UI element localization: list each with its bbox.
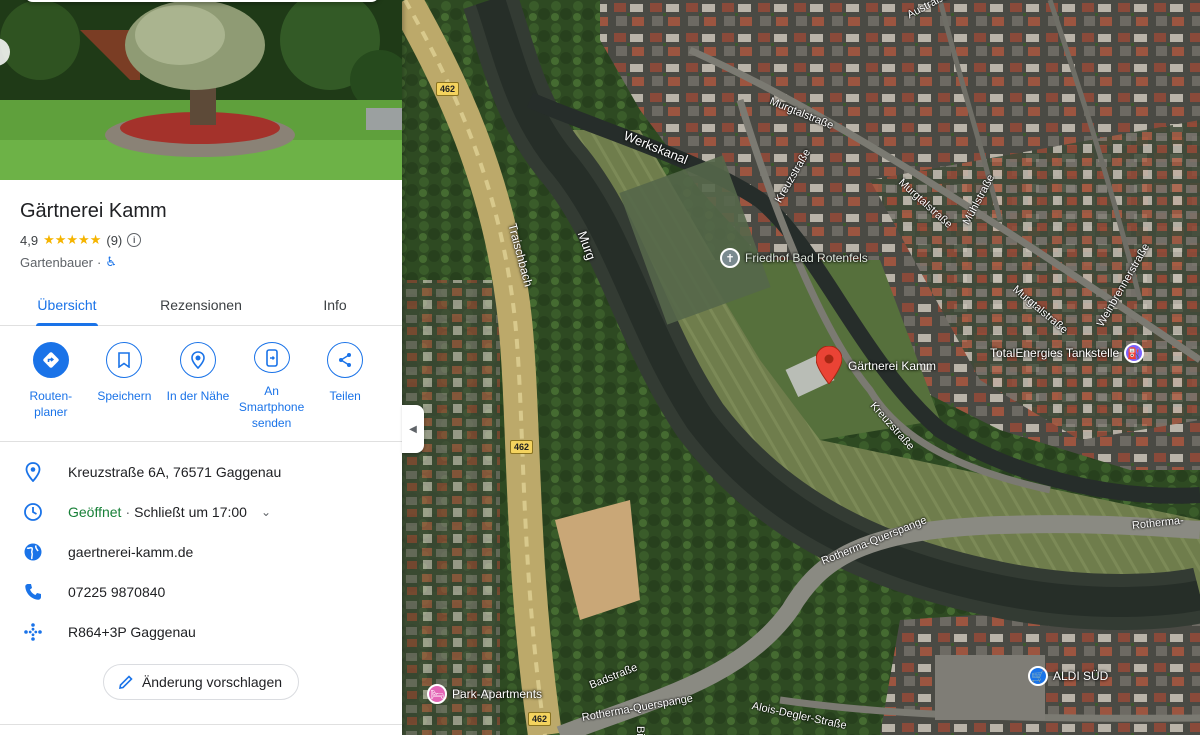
address-text: Kreuzstraße 6A, 76571 Gaggenau [68, 464, 282, 480]
address-row[interactable]: Kreuzstraße 6A, 76571 Gaggenau [0, 452, 402, 492]
place-header: Gärtnerei Kamm 4,9 ★★★★★ (9) i Gartenbau… [0, 180, 402, 270]
place-title: Gärtnerei Kamm [20, 200, 167, 222]
hours-row[interactable]: Geöffnet · Schließt um 17:00 ⌄ [0, 492, 402, 532]
hotel-icon: 🛏 [427, 684, 447, 704]
place-panel: Gärtnerei Kamm 4,9 ★★★★★ (9) i Gartenbau… [0, 0, 402, 735]
plus-code-icon [22, 621, 44, 643]
cemetery-icon: ✝ [720, 248, 740, 268]
poi-total-label: TotalEnergies Tankstelle [990, 346, 1120, 360]
hours-separator: · [125, 504, 131, 520]
directions-button[interactable]: Routen- planer [14, 342, 88, 431]
share-label: Teilen [329, 389, 361, 403]
category-row: Gartenbauer · ♿ [20, 254, 382, 270]
street-label-bis: Bis [634, 726, 646, 735]
website-row[interactable]: gaertnerei-kamm.de [0, 532, 402, 572]
star-rating-icon: ★★★★★ [43, 232, 102, 247]
suggest-edit-wrap: Änderung vorschlagen [0, 652, 402, 700]
pin-label: Gärtnerei Kamm [848, 359, 937, 373]
place-details: Kreuzstraße 6A, 76571 Gaggenau Geöffnet ·… [0, 442, 402, 652]
nearby-button[interactable]: In der Nähe [161, 342, 235, 431]
place-tabs: Übersicht Rezensionen Info [0, 286, 402, 326]
clock-icon [22, 501, 44, 523]
gas-station-icon: ⛽ [1124, 343, 1145, 363]
category-label[interactable]: Gartenbauer [20, 255, 93, 270]
panel-divider [0, 724, 402, 725]
chevron-left-icon: ◀ [409, 423, 417, 435]
directions-label: Routen- planer [29, 389, 73, 419]
poi-aldi[interactable]: 🛒 ALDI SÜD [1028, 666, 1108, 686]
open-status: Geöffnet [68, 504, 122, 520]
road-shield-bottom: 462 [528, 712, 552, 726]
shopping-icon: 🛒 [1028, 666, 1048, 686]
plus-code-row[interactable]: R864+3P Gaggenau [0, 612, 402, 652]
send-to-phone-icon [253, 342, 290, 373]
road-shield-mid: 462 [510, 440, 534, 454]
poi-park-label: Park-Apartments [452, 687, 543, 701]
share-button[interactable]: Teilen [308, 342, 382, 431]
suggest-edit-label: Änderung vorschlagen [141, 674, 283, 690]
send-to-phone-button[interactable]: An Smartphone senden [235, 342, 309, 431]
location-pin-icon [22, 461, 44, 483]
wheelchair-icon: ♿ [105, 254, 117, 269]
share-icon [327, 342, 364, 378]
send-to-phone-label: An Smartphone senden [238, 384, 305, 430]
poi-total[interactable]: ⛽ TotalEnergies Tankstelle [990, 343, 1145, 363]
poi-friedhof[interactable]: ✝ Friedhof Bad Rotenfels [720, 248, 868, 268]
rating-row[interactable]: 4,9 ★★★★★ (9) i [20, 232, 382, 248]
place-photo[interactable] [0, 0, 402, 180]
poi-park-apartments[interactable]: 🛏 Park-Apartments [427, 684, 542, 704]
collapse-panel-button[interactable]: ◀ [402, 405, 424, 453]
plus-code-text: R864+3P Gaggenau [68, 624, 196, 640]
phone-icon [22, 581, 44, 603]
save-button[interactable]: Speichern [88, 342, 162, 431]
hours-text: Geöffnet · Schließt um 17:00 [68, 504, 247, 520]
pencil-icon [118, 675, 133, 689]
website-text: gaertnerei-kamm.de [68, 544, 194, 560]
rating-value: 4,9 [20, 232, 39, 248]
closing-time: Schließt um 17:00 [134, 504, 247, 520]
tab-overview[interactable]: Übersicht [0, 286, 134, 326]
tab-reviews[interactable]: Rezensionen [134, 286, 268, 325]
map-pin-icon [816, 346, 842, 384]
action-buttons: Routen- planer Speichern In der Nähe An … [0, 326, 402, 442]
chevron-down-icon[interactable]: ⌄ [261, 505, 271, 519]
road-shield-top: 462 [436, 82, 460, 96]
nearby-icon [179, 342, 216, 378]
globe-icon [22, 541, 44, 563]
save-label: Speichern [97, 389, 152, 403]
search-box-edge[interactable] [24, 0, 380, 2]
phone-row[interactable]: 07225 9870840 [0, 572, 402, 612]
garden-photo-image [0, 0, 402, 180]
review-count[interactable]: (9) [106, 233, 122, 248]
info-icon[interactable]: i [127, 233, 142, 247]
phone-text: 07225 9870840 [68, 584, 166, 600]
category-separator: · [97, 254, 102, 270]
bookmark-icon [106, 342, 143, 378]
tab-info[interactable]: Info [268, 286, 402, 325]
directions-icon [32, 342, 69, 378]
nearby-label: In der Nähe [166, 389, 230, 403]
poi-friedhof-label: Friedhof Bad Rotenfels [745, 251, 868, 265]
suggest-edit-button[interactable]: Änderung vorschlagen [102, 664, 300, 700]
poi-aldi-label: ALDI SÜD [1053, 669, 1109, 683]
